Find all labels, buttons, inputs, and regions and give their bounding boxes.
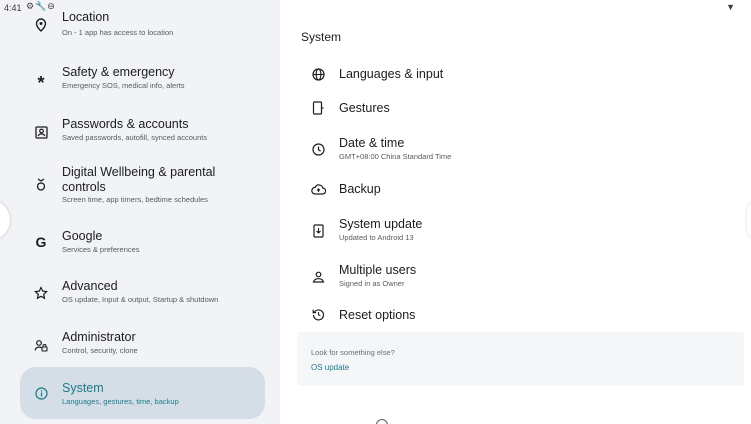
menu-item-subtitle: Screen time, app timers, bedtime schedul…	[62, 195, 208, 204]
status-bar: 4:41 ⚙🔧⊖ ▼	[0, 0, 751, 14]
account-box-icon	[32, 123, 50, 141]
system-update-icon	[310, 223, 326, 239]
globe-icon	[310, 66, 326, 82]
setting-title: Reset options	[339, 308, 416, 322]
menu-item-safety-emergency[interactable]: * Safety & emergency Emergency SOS, medi…	[20, 60, 265, 100]
system-detail-panel: System Languages & input Gestures Date &…	[280, 0, 751, 424]
star-outline-icon	[32, 284, 50, 302]
menu-item-google[interactable]: G Google Services & preferences	[20, 225, 265, 265]
setting-date-time[interactable]: Date & time GMT+08:00 China Standard Tim…	[280, 132, 751, 170]
left-drag-handle[interactable]	[0, 200, 10, 240]
setting-title: Backup	[339, 182, 381, 196]
menu-item-subtitle: Emergency SOS, medical info, alerts	[62, 81, 185, 90]
menu-item-subtitle: Languages, gestures, time, backup	[62, 397, 179, 406]
gear-icon: ⚙	[26, 1, 36, 11]
setting-gestures[interactable]: Gestures	[280, 92, 751, 124]
info-icon	[32, 384, 50, 402]
setting-title: Multiple users	[339, 263, 417, 277]
setting-subtitle: GMT+08:00 China Standard Time	[339, 152, 452, 161]
gestures-icon	[310, 100, 326, 116]
circle-icon: ⊖	[47, 1, 56, 11]
menu-item-system[interactable]: System Languages, gestures, time, backup	[20, 367, 265, 419]
menu-item-title: Advanced	[62, 279, 118, 293]
settings-menu: Location On - 1 app has access to locati…	[0, 0, 280, 424]
menu-item-title: Google	[62, 229, 103, 243]
status-icons: ⚙🔧⊖	[26, 1, 56, 12]
menu-item-subtitle: Control, security, clone	[62, 346, 138, 355]
setting-title: Languages & input	[339, 67, 444, 81]
reset-icon	[310, 306, 326, 322]
menu-item-title-line2: controls	[62, 180, 106, 194]
menu-item-subtitle: Saved passwords, autofill, synced accoun…	[62, 133, 208, 142]
menu-item-title: Safety & emergency	[62, 65, 175, 79]
setting-backup[interactable]: Backup	[280, 173, 751, 205]
asterisk-icon: *	[37, 73, 45, 93]
wrench-icon: 🔧	[35, 1, 48, 11]
setting-languages-input[interactable]: Languages & input	[280, 58, 751, 90]
menu-item-advanced[interactable]: Advanced OS update, Input & output, Star…	[20, 276, 265, 316]
status-time: 4:41	[4, 3, 22, 13]
menu-item-administrator[interactable]: Administrator Control, security, clone	[20, 327, 265, 367]
menu-item-title: Passwords & accounts	[62, 117, 189, 131]
suggestion-question: Look for something else?	[311, 348, 395, 357]
menu-item-title: System	[62, 381, 104, 395]
cloud-backup-icon	[310, 181, 326, 197]
setting-title: Date & time	[339, 136, 405, 150]
wellbeing-icon	[32, 175, 50, 193]
page-title: System	[301, 30, 342, 44]
setting-title: System update	[339, 217, 423, 231]
setting-subtitle: Updated to Android 13	[339, 233, 414, 242]
menu-item-passwords-accounts[interactable]: Passwords & accounts Saved passwords, au…	[20, 112, 265, 152]
clock-icon	[310, 141, 326, 157]
menu-item-subtitle: On - 1 app has access to location	[62, 28, 174, 37]
google-icon: G	[35, 234, 47, 250]
wifi-icon: ▼	[726, 2, 735, 12]
menu-item-subtitle: Services & preferences	[62, 245, 140, 254]
setting-system-update[interactable]: System update Updated to Android 13	[280, 213, 751, 251]
location-pin-icon	[32, 16, 50, 34]
setting-reset-options[interactable]: Reset options	[280, 299, 751, 331]
users-icon	[310, 269, 326, 285]
menu-item-subtitle: OS update, Input & output, Startup & shu…	[62, 295, 219, 304]
suggestion-card: Look for something else? OS update	[297, 332, 744, 386]
setting-multiple-users[interactable]: Multiple users Signed in as Owner	[280, 259, 751, 297]
menu-item-digital-wellbeing[interactable]: Digital Wellbeing & parental controls Sc…	[20, 162, 265, 208]
partial-icon	[376, 419, 388, 424]
menu-item-title-line1: Digital Wellbeing & parental	[62, 165, 216, 179]
os-update-link[interactable]: OS update	[311, 363, 349, 372]
setting-subtitle: Signed in as Owner	[339, 279, 405, 288]
setting-title: Gestures	[339, 101, 390, 115]
menu-item-title: Administrator	[62, 330, 136, 344]
admin-icon	[32, 336, 50, 354]
